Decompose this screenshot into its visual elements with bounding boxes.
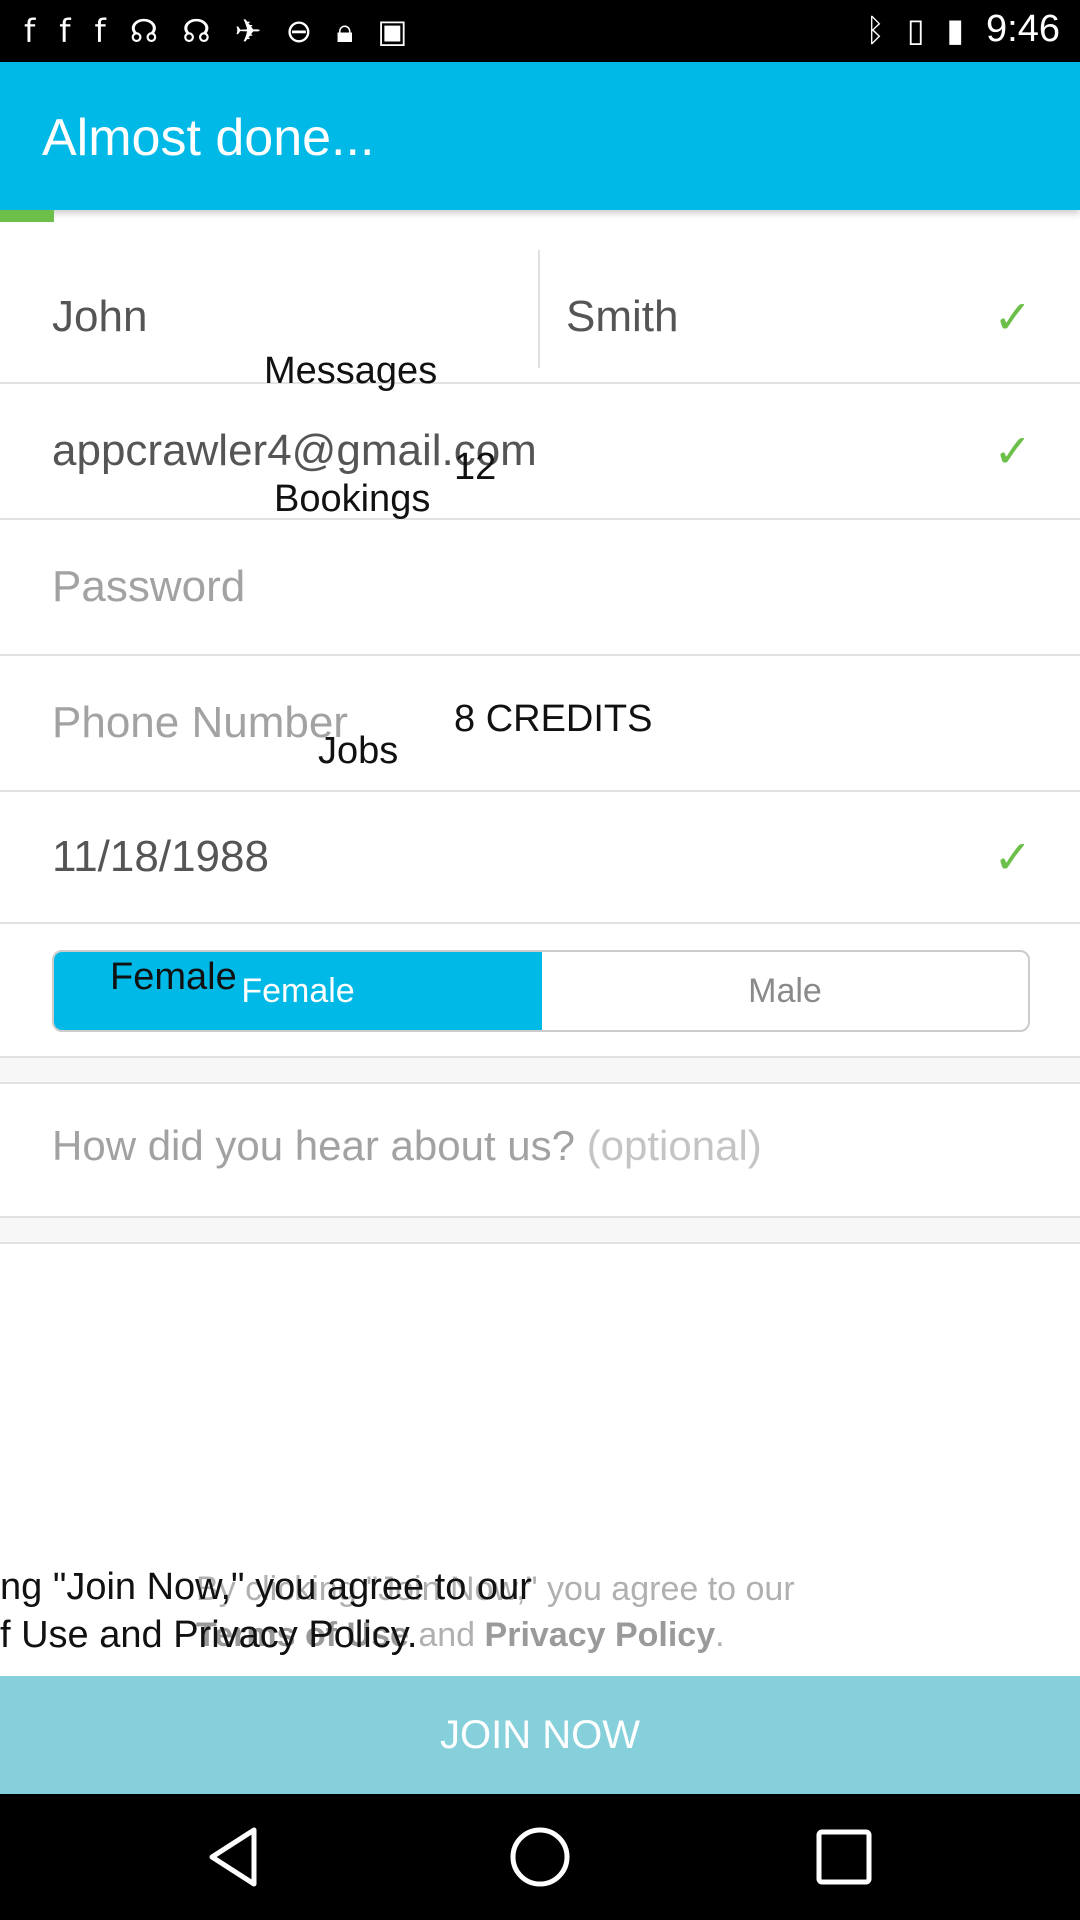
signal-app-icon: ☊ [129, 12, 159, 50]
facebook-icon: f [94, 12, 106, 50]
referral-label: How did you hear about us? [52, 1122, 576, 1169]
block-icon: ⊖ [285, 12, 313, 50]
male-option[interactable]: Male [542, 952, 1028, 1030]
credits-label: 8 CREDITS [454, 698, 653, 740]
check-icon: ✓ [993, 830, 1032, 884]
recent-apps-icon[interactable] [811, 1824, 877, 1890]
email-row: appcrawler4@gmail.com ✓ [0, 384, 1080, 520]
referral-row[interactable]: How did you hear about us? (optional) [0, 1086, 1080, 1216]
jobs-label: Jobs [318, 730, 399, 772]
password-field[interactable]: Password [52, 562, 245, 612]
notification-icons: f f f ☊ ☊ ✈ ⊖ 🔒︎ ▣ [24, 10, 408, 52]
android-icon: ▣ [377, 12, 408, 50]
join-now-button[interactable]: JOIN NOW [0, 1676, 1080, 1794]
app-bar: Almost done... [0, 62, 1080, 210]
navigation-bar [0, 1794, 1080, 1920]
check-icon: ✓ [993, 290, 1032, 344]
name-row: John Smith ✓ [0, 250, 1080, 384]
female-overlay-label: Female [110, 956, 237, 998]
first-name-field[interactable]: John [52, 292, 147, 342]
status-bar: f f f ☊ ☊ ✈ ⊖ 🔒︎ ▣ ᛒ ▯ ▮ 9:46 [0, 0, 1080, 62]
birthdate-field[interactable]: 11/18/1988 [52, 832, 269, 882]
privacy-policy-link[interactable]: Privacy Policy [485, 1616, 716, 1654]
fake-gps-icon: ✈ [234, 12, 262, 50]
referral-field[interactable]: How did you hear about us? (optional) [52, 1122, 762, 1170]
home-icon[interactable] [507, 1824, 573, 1890]
section-separator [0, 1216, 1080, 1244]
bookings-label: Bookings [274, 478, 431, 520]
messages-label: Messages [264, 350, 438, 392]
facebook-icon: f [24, 12, 36, 50]
name-divider [538, 250, 540, 368]
bluetooth-icon: ᛒ [865, 10, 885, 49]
clock: 9:46 [986, 8, 1060, 50]
messages-count: 12 [454, 446, 497, 488]
facebook-icon: f [59, 12, 71, 50]
terms-overlay-line2: f Use and Privacy Policy. [0, 1614, 418, 1656]
system-icons: ᛒ ▯ ▮ 9:46 [866, 8, 1060, 51]
join-now-label: JOIN NOW [440, 1712, 640, 1757]
signal-app-icon: ☊ [182, 12, 211, 50]
password-row: Password [0, 520, 1080, 656]
page-title: Almost done... [42, 109, 375, 167]
last-name-field[interactable]: Smith [566, 292, 678, 342]
battery-icon: ▮ [946, 10, 965, 49]
vibrate-icon: ▯ [906, 10, 925, 49]
phone-number-field[interactable]: Phone Number [52, 698, 348, 748]
terms-suffix: . [715, 1616, 725, 1654]
terms-overlay-line1: ng "Join Now," you agree to our [0, 1566, 532, 1608]
back-icon[interactable] [202, 1824, 268, 1890]
check-icon: ✓ [993, 424, 1032, 478]
terms-and: and [418, 1616, 476, 1654]
birthdate-row: 11/18/1988 ✓ [0, 792, 1080, 924]
progress-indicator [0, 210, 54, 222]
lock-icon: 🔒︎ [336, 12, 354, 50]
optional-label: (optional) [586, 1122, 762, 1169]
section-separator [0, 1056, 1080, 1084]
